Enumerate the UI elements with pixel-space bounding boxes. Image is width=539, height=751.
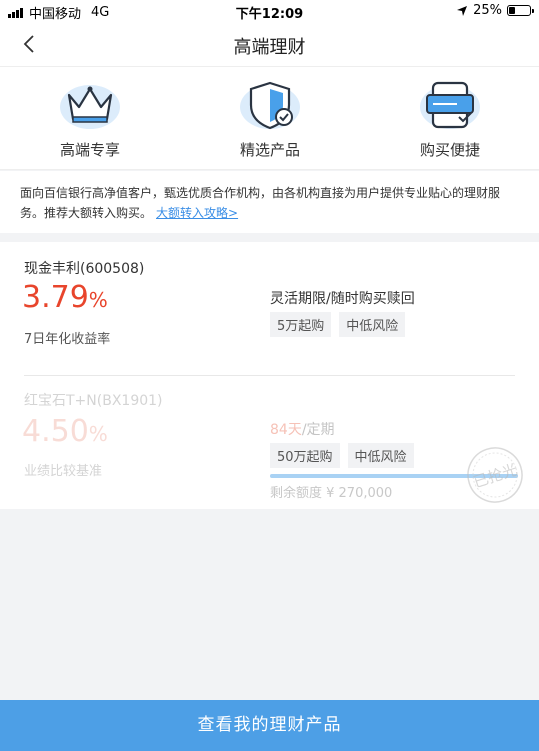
status-bar: 中国移动 4G 下午12:09 25% [0, 0, 539, 22]
feature-strip: 高端专享 精选产品 购买便捷 [0, 66, 539, 170]
view-my-products-button[interactable]: 查看我的理财产品 [0, 700, 539, 751]
feature-label: 高端专享 [59, 141, 120, 159]
product-name: 现金丰利(600508) [24, 261, 145, 277]
intro-text: 面向百信银行高净值客户，甄选优质合作机构，由各机构直接为用户提供专业贴心的理财服… [0, 171, 539, 233]
remaining-quota: 剩余额度 ¥ 270,000 [270, 486, 393, 501]
sold-out-stamp: 已抢光 [467, 447, 523, 503]
svg-text:已抢光: 已抢光 [471, 460, 519, 491]
transfer-guide-link[interactable]: 大额转入攻略> [156, 206, 238, 220]
product-rate: 3.79% [22, 280, 108, 315]
risk-tag: 中低风险 [339, 312, 406, 337]
feature-label: 购买便捷 [419, 141, 480, 159]
nav-bar: 高端理财 [0, 22, 539, 66]
product-rate-label: 7日年化收益率 [24, 332, 111, 347]
min-purchase-tag: 5万起购 [270, 312, 332, 337]
feature-exclusive: 高端专享 [20, 77, 160, 160]
product-rate-label: 业绩比较基准 [24, 464, 103, 479]
feature-label: 精选产品 [239, 141, 300, 159]
product-desc: 84天/定期 [270, 422, 335, 438]
divider [24, 375, 515, 376]
product-list: 现金丰利(600508) 3.79% 7日年化收益率 灵活期限/随时购买赎回 5… [0, 242, 539, 509]
feature-selected: 精选产品 [200, 77, 340, 160]
location-icon [457, 5, 468, 16]
battery-percent: 25% [473, 3, 502, 18]
crown-icon [60, 85, 120, 129]
card-icon [420, 81, 480, 129]
intro-body: 面向百信银行高净值客户，甄选优质合作机构，由各机构直接为用户提供专业贴心的理财服… [20, 186, 501, 220]
battery-icon [507, 5, 534, 16]
risk-tag: 中低风险 [347, 443, 414, 468]
min-purchase-tag: 50万起购 [270, 443, 340, 468]
product-desc: 灵活期限/随时购买赎回 [270, 291, 415, 307]
product-rate: 4.50% [22, 414, 108, 449]
product-name: 红宝石T+N(BX1901) [24, 393, 163, 409]
shield-icon [240, 81, 300, 130]
feature-convenient: 购买便捷 [380, 77, 520, 160]
page-title: 高端理财 [233, 37, 306, 58]
